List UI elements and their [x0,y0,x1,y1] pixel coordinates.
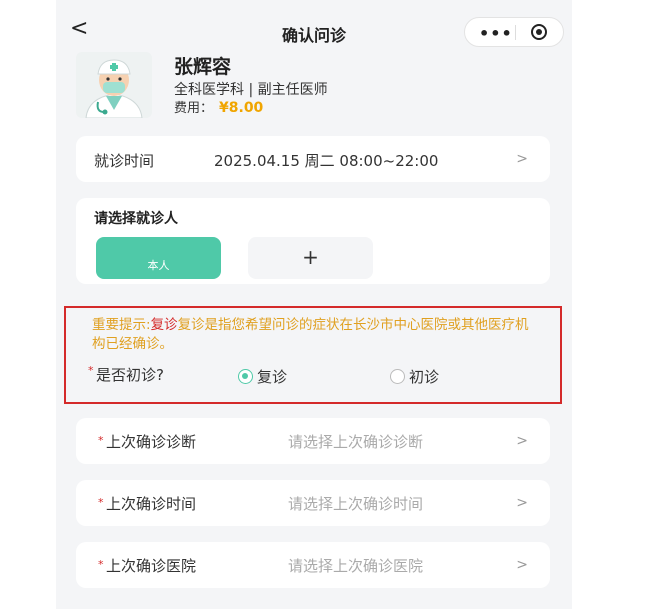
last-diagnosis-hospital-label: 上次确诊医院 [106,557,197,575]
visit-time-card[interactable]: 就诊时间 2025.04.15 周二 08:00~22:00 > [76,136,550,182]
first-visit-label: 是否初诊? [96,366,164,384]
notice-text: 重要提示:复诊复诊是指您希望问诊的症状在长沙市中心医院或其他医疗机构已经确诊。 [92,316,542,354]
doctor-avatar [76,52,152,119]
radio-follow-up-label: 复诊 [257,368,288,386]
patient-heading: 请选择就诊人 [94,211,178,227]
patient-self-button[interactable]: 本人 [96,237,221,279]
radio-follow-up[interactable]: 复诊 [238,366,287,387]
required-mark: * [88,364,94,377]
capsule-divider [515,25,516,40]
last-diagnosis-placeholder: 请选择上次确诊诊断 [288,433,424,451]
miniprogram-capsule: ••• [464,17,564,47]
chevron-right-icon: > [516,433,528,449]
chevron-right-icon: > [516,151,528,167]
first-visit-question: * 是否初诊? 复诊 初诊 [88,364,548,388]
last-diagnosis-time-placeholder: 请选择上次确诊时间 [288,495,424,513]
add-patient-button[interactable]: + [248,237,373,279]
required-mark: * [98,558,104,571]
radio-checked-icon [238,369,253,384]
required-mark: * [98,496,104,509]
doctor-name: 张辉容 [174,56,232,78]
fee-value: ¥8.00 [219,100,264,116]
chevron-right-icon: > [516,495,528,511]
fee-row: 费用： ¥8.00 [174,97,263,116]
visit-time-label: 就诊时间 [94,152,155,170]
required-mark: * [98,434,104,447]
radio-unchecked-icon [390,369,405,384]
last-diagnosis-time-label: 上次确诊时间 [106,495,197,513]
last-diagnosis-row[interactable]: * 上次确诊诊断 请选择上次确诊诊断 > [76,418,550,464]
important-notice-box: 重要提示:复诊复诊是指您希望问诊的症状在长沙市中心医院或其他医疗机构已经确诊。 … [64,306,562,404]
phone-screen: < 确认问诊 ••• 张辉容 全科医学科 | 副主任医师 费用： ¥8.00 就诊 [56,0,572,609]
notice-highlight: 复诊 [150,317,178,333]
chevron-right-icon: > [516,557,528,573]
patient-select-card: 请选择就诊人 本人 + [76,198,550,284]
last-diagnosis-hospital-row[interactable]: * 上次确诊医院 请选择上次确诊医院 > [76,542,550,588]
doctor-title: 全科医学科 | 副主任医师 [174,82,328,98]
miniprogram-close-icon[interactable] [531,24,547,40]
radio-first-visit[interactable]: 初诊 [390,366,439,387]
last-diagnosis-label: 上次确诊诊断 [106,433,197,451]
last-diagnosis-hospital-placeholder: 请选择上次确诊医院 [288,557,424,575]
more-dots-icon[interactable]: ••• [479,24,513,43]
fee-label: 费用： [174,101,214,116]
notice-prefix: 重要提示: [92,317,151,333]
last-diagnosis-time-row[interactable]: * 上次确诊时间 请选择上次确诊时间 > [76,480,550,526]
visit-time-value: 2025.04.15 周二 08:00~22:00 [214,152,439,170]
radio-first-visit-label: 初诊 [409,368,440,386]
